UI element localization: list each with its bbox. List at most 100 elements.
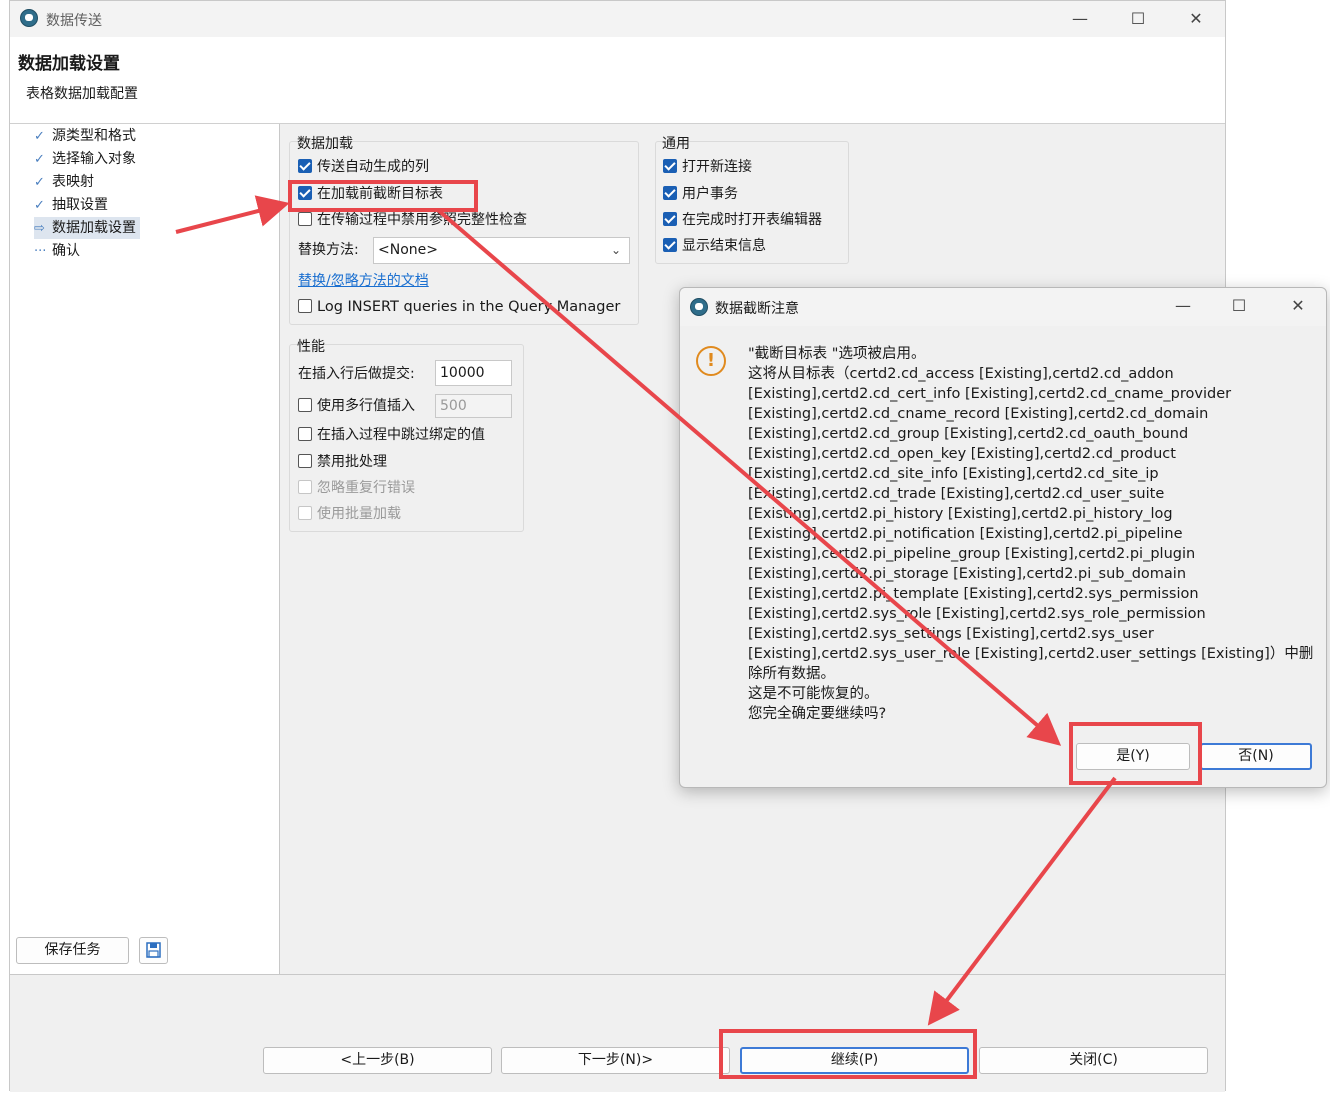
message-line: 这将从目标表（certd2.cd_access [Existing],certd… [748,366,1174,382]
select-value: <None> [378,242,438,258]
arrow-right-icon: ⇨ [34,221,45,236]
message-line: [Existing],certd2.cd_trade [Existing],ce… [748,486,1165,502]
step-label: 确认 [52,243,80,259]
annotation-box-truncate [288,180,478,212]
prev-button[interactable]: <上一步(B) [263,1047,492,1074]
show-finish-message-checkbox[interactable]: 显示结束信息 [663,236,766,256]
check-icon: ✓ [34,152,45,167]
close-button[interactable]: 关闭(C) [979,1047,1208,1074]
replace-method-label: 替换方法: [298,242,359,258]
message-line: [Existing],certd2.cd_cert_info [Existing… [748,386,1232,402]
skip-bound-values-checkbox[interactable]: 在插入过程中跳过绑定的值 [298,425,485,445]
step-source-type[interactable]: ✓ 源类型和格式 [34,125,136,147]
message-line: [Existing],certd2.sys_settings [Existing… [748,626,1154,642]
dialog-title-bar: 数据截断注意 — ☐ ✕ [680,288,1326,326]
warning-icon: ! [696,346,726,376]
checkbox-label: Log INSERT queries in the Query Manager [317,299,621,315]
truncate-warning-dialog: 数据截断注意 — ☐ ✕ ! "截断目标表 "选项被启用。 这将从目标表（cer… [679,287,1327,788]
message-line: [Existing],certd2.sys_role [Existing],ce… [748,606,1206,622]
step-data-load-settings[interactable]: ⇨ 数据加载设置 [34,217,140,239]
message-line: [Existing],certd2.cd_site_info [Existing… [748,466,1159,482]
dialog-no-button[interactable]: 否(N) [1200,743,1312,770]
checkbox-unchecked-icon [298,454,312,468]
chevron-down-icon: ⌄ [610,243,621,257]
commit-after-rows-input[interactable]: 10000 [435,360,512,386]
checkbox-label: 用户事务 [682,186,738,202]
dots-icon: ··· [34,244,47,259]
message-line: [Existing],certd2.pi_history [Existing],… [748,506,1173,522]
performance-group-title: 性能 [297,339,325,355]
check-icon: ✓ [34,175,45,190]
replace-method-select[interactable]: <None> ⌄ [373,237,630,264]
maximize-icon[interactable]: ☐ [1225,294,1253,318]
disable-ref-integrity-checkbox[interactable]: 在传输过程中禁用参照完整性检查 [298,210,527,230]
message-line: [Existing],certd2.pi_pipeline_group [Exi… [748,546,1196,562]
log-insert-checkbox[interactable]: Log INSERT queries in the Query Manager [298,297,620,317]
steps-panel: ✓ 源类型和格式 ✓ 选择输入对象 ✓ 表映射 ✓ 抽取设置 ⇨ 数据加载设置 ··· 确认… [10,124,280,974]
commit-after-rows-label: 在插入行后做提交: [298,366,415,382]
message-line: [Existing],certd2.cd_open_key [Existing]… [748,446,1176,462]
checkbox-checked-icon [663,186,677,200]
checkbox-label: 忽略重复行错误 [317,480,415,496]
step-confirm[interactable]: ··· 确认 [34,240,80,262]
message-line: [Existing],certd2.sys_user_role [Existin… [748,646,1314,662]
bulk-load-checkbox[interactable]: 使用批量加载 [298,504,401,524]
disable-batch-checkbox[interactable]: 禁用批处理 [298,452,387,472]
multi-row-insert-input[interactable]: 500 [435,394,512,418]
checkbox-disabled-icon [298,480,312,494]
checkbox-checked-icon [298,159,312,173]
message-line: 您完全确定要继续吗? [748,706,887,722]
close-icon[interactable]: ✕ [1284,294,1312,318]
annotation-box-yes [1069,722,1202,785]
step-label: 源类型和格式 [52,128,136,144]
minimize-icon[interactable]: — [1169,294,1197,318]
message-line: [Existing],certd2.cd_group [Existing],ce… [748,426,1189,442]
data-load-group-title: 数据加载 [297,136,353,152]
step-select-input[interactable]: ✓ 选择输入对象 [34,148,136,170]
check-icon: ✓ [34,129,45,144]
checkbox-label: 打开新连接 [682,159,752,175]
save-task-button[interactable]: 保存任务 [16,937,129,964]
multi-row-insert-checkbox[interactable]: 使用多行值插入 [298,396,415,416]
maximize-icon[interactable]: ☐ [1124,7,1152,31]
checkbox-label: 在插入过程中跳过绑定的值 [317,427,485,443]
checkbox-label: 使用多行值插入 [317,398,415,414]
message-line: [Existing],certd2.pi_notification [Exist… [748,526,1183,542]
message-line: [Existing],certd2.pi_template [Existing]… [748,586,1199,602]
check-icon: ✓ [34,198,45,213]
message-line: 除所有数据。 [748,666,835,682]
save-task-icon[interactable] [139,937,168,964]
message-line: [Existing],certd2.cd_cname_record [Exist… [748,406,1209,422]
dialog-message: "截断目标表 "选项被启用。 这将从目标表（certd2.cd_access [… [748,344,1318,724]
step-extract-settings[interactable]: ✓ 抽取设置 [34,194,108,216]
app-icon [20,9,38,27]
checkbox-label: 禁用批处理 [317,454,387,470]
checkbox-checked-icon [663,238,677,252]
autogen-columns-checkbox[interactable]: 传送自动生成的列 [298,157,429,177]
step-label: 选择输入对象 [52,151,136,167]
replace-doc-link[interactable]: 替换/忽略方法的文档 [298,271,429,291]
checkbox-checked-icon [663,212,677,226]
user-transaction-checkbox[interactable]: 用户事务 [663,184,738,204]
open-table-editor-checkbox[interactable]: 在完成时打开表编辑器 [663,210,822,230]
checkbox-unchecked-icon [298,427,312,441]
step-label: 表映射 [52,174,94,190]
title-bar: 数据传送 — ☐ ✕ [10,1,1225,37]
checkbox-unchecked-icon [298,212,312,226]
ignore-duplicate-errors-checkbox[interactable]: 忽略重复行错误 [298,478,415,498]
step-label: 抽取设置 [52,197,108,213]
app-icon [690,298,708,316]
checkbox-label: 在完成时打开表编辑器 [682,212,822,228]
dialog-title: 数据截断注意 [715,301,799,317]
close-icon[interactable]: ✕ [1182,7,1210,31]
minimize-icon[interactable]: — [1066,7,1094,31]
general-group-title: 通用 [662,136,690,152]
step-table-mapping[interactable]: ✓ 表映射 [34,171,94,193]
checkbox-disabled-icon [298,506,312,520]
next-button[interactable]: 下一步(N)> [501,1047,730,1074]
open-new-connection-checkbox[interactable]: 打开新连接 [663,157,752,177]
message-line: [Existing],certd2.pi_storage [Existing],… [748,566,1187,582]
checkbox-unchecked-icon [298,299,312,313]
checkbox-label: 在传输过程中禁用参照完整性检查 [317,212,527,228]
checkbox-unchecked-icon [298,398,312,412]
